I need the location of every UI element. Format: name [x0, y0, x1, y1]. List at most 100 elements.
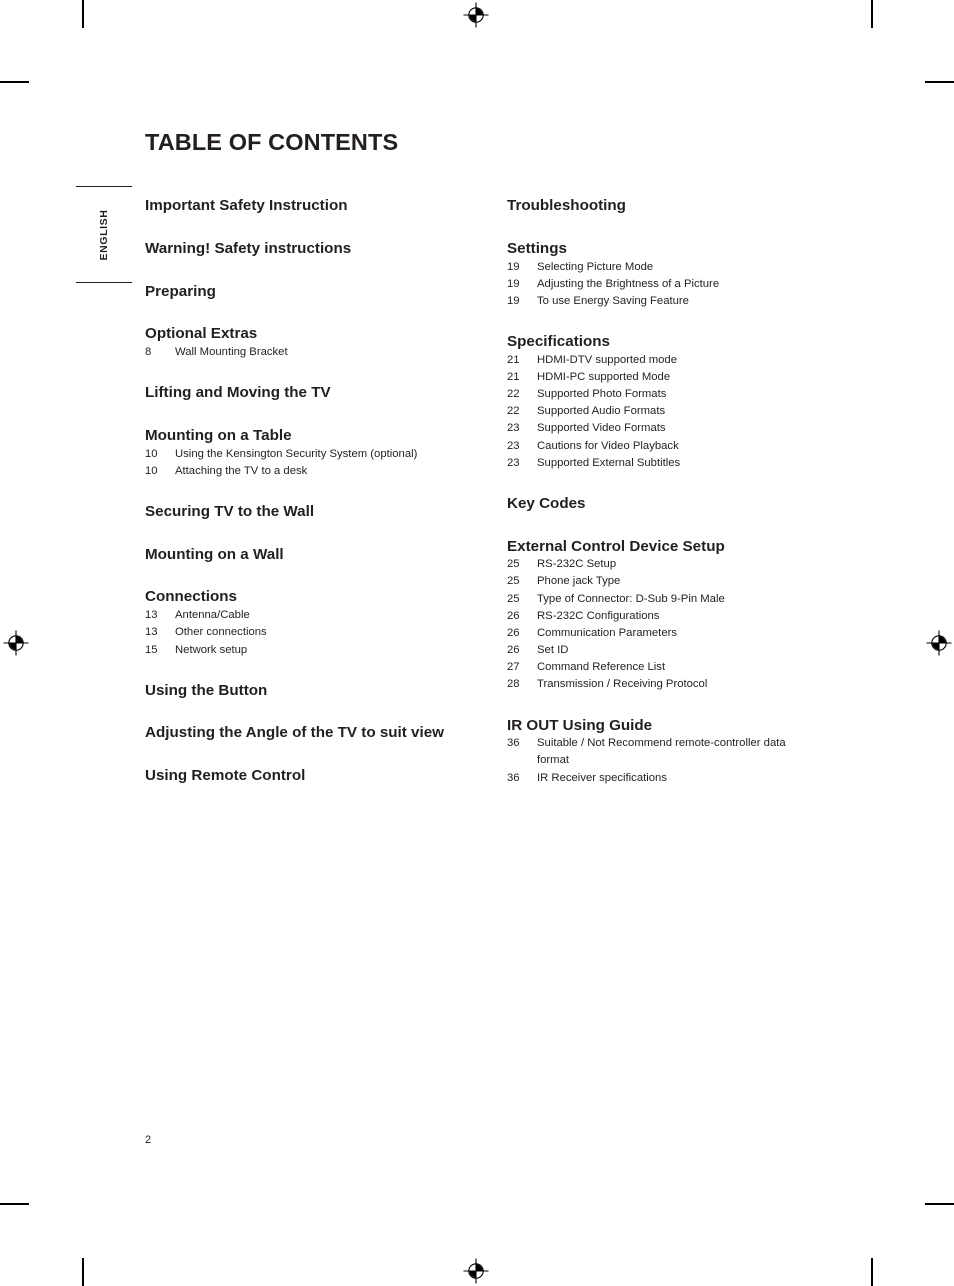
toc-entry[interactable]: 28 Transmission / Receiving Protocol — [507, 676, 817, 693]
toc-section: Warning! Safety instructions — [145, 239, 445, 259]
language-tab-rule-top — [76, 186, 132, 188]
toc-entry-label: Supported Photo Formats — [537, 388, 667, 401]
toc-entry-page-number: 10 — [145, 464, 158, 477]
toc-entry[interactable]: 23 Cautions for Video Playback — [507, 438, 817, 455]
toc-entry-label: Supported Audio Formats — [537, 405, 666, 418]
toc-entry-label: Communication Parameters — [537, 626, 678, 639]
toc-entry-page-number: 19 — [507, 294, 520, 307]
toc-entry[interactable]: 13 Other connections — [145, 624, 445, 641]
toc-entry[interactable]: 13 Antenna/Cable — [145, 607, 445, 624]
toc-entry-label: IR Receiver specifications — [537, 771, 667, 784]
toc-section: Connections 13 Antenna/Cable 13 Other connec… — [145, 587, 445, 658]
toc-entry-page-number: 8 — [145, 346, 152, 358]
toc-entry[interactable]: 10 Attaching the TV to a desk — [145, 463, 445, 480]
toc-section-heading[interactable]: Using the Button — [145, 681, 445, 701]
toc-entry[interactable]: 26 RS-232C Configurations — [507, 608, 817, 625]
toc-entry-label: Suitable / Not Recommend remote-controll… — [537, 737, 786, 767]
toc-entry-label: Phone jack Type — [537, 575, 621, 588]
toc-entry[interactable]: 8 Wall Mounting Bracket — [145, 344, 445, 361]
toc-section-heading[interactable]: Key Codes — [507, 494, 817, 514]
toc-entry-label: Using the Kensington Security System (op… — [175, 447, 418, 460]
toc-entry[interactable]: 21 HDMI-DTV supported mode — [507, 352, 817, 369]
toc-section: Using the Button — [145, 681, 445, 701]
toc-section-heading[interactable]: Lifting and Moving the TV — [145, 383, 445, 403]
toc-entry[interactable]: 36 IR Receiver specifications — [507, 770, 817, 787]
toc-section-heading[interactable]: Important Safety Instruction — [145, 196, 445, 216]
toc-entry-page-number: 27 — [507, 661, 520, 674]
toc-section-heading[interactable]: Optional Extras — [145, 324, 445, 344]
toc-entry-label: Type of Connector: D-Sub 9-Pin Male — [537, 592, 725, 605]
toc-section-heading[interactable]: IR OUT Using Guide — [507, 716, 817, 736]
toc-section-heading[interactable]: Mounting on a Table — [145, 426, 445, 446]
toc-section: IR OUT Using Guide 36 Suitable / Not Recom… — [507, 716, 817, 787]
toc-entry-label: Antenna/Cable — [175, 609, 250, 622]
toc-entry-label: Command Reference List — [537, 661, 666, 674]
toc-section-heading[interactable]: Specifications — [507, 332, 817, 352]
toc-entry[interactable]: 22 Supported Photo Formats — [507, 386, 817, 403]
toc-entry-page-number: 26 — [507, 626, 520, 639]
toc-section-heading[interactable]: Securing TV to the Wall — [145, 502, 445, 522]
toc-entry-page-number: 21 — [507, 353, 520, 366]
page-title: TABLE OF CONTENTS — [145, 129, 399, 155]
toc-section: Mounting on a Wall — [145, 545, 445, 565]
toc-section-heading[interactable]: Settings — [507, 239, 817, 259]
toc-entry[interactable]: 36 Suitable / Not Recommend remote-contro… — [507, 735, 817, 769]
toc-entry-label: Wall Mounting Bracket — [175, 346, 288, 358]
toc-entry-page-number: 26 — [507, 644, 520, 657]
toc-entry-page-number: 36 — [507, 771, 520, 784]
toc-entry[interactable]: 26 Communication Parameters — [507, 625, 817, 642]
toc-section: Key Codes — [507, 494, 817, 514]
toc-entry[interactable]: 25 Type of Connector: D-Sub 9-Pin Male — [507, 591, 817, 608]
toc-entry[interactable]: 26 Set ID — [507, 642, 817, 659]
toc-entry[interactable]: 10 Using the Kensington Security System (… — [145, 446, 445, 463]
toc-entry-page-number: 22 — [507, 405, 520, 418]
toc-entry[interactable]: 19 Adjusting the Brightness of a Picture — [507, 276, 817, 293]
toc-entry-page-number: 10 — [145, 447, 158, 460]
toc-section-heading[interactable]: Troubleshooting — [507, 196, 817, 216]
toc-entry-label: To use Energy Saving Feature — [537, 294, 689, 307]
toc-entry-page-number: 22 — [507, 388, 520, 401]
toc-entry-label: HDMI-PC supported Mode — [537, 370, 671, 383]
toc-entry-page-number: 15 — [145, 643, 158, 656]
toc-entry-label: HDMI-DTV supported mode — [537, 353, 678, 366]
toc-entry-page-number: 36 — [507, 737, 520, 750]
toc-section: Settings 19 Selecting Picture Mode 19 Adjust… — [507, 239, 817, 310]
toc-section-heading[interactable]: Adjusting the Angle of the TV to suit vi… — [145, 723, 445, 743]
toc-section-heading[interactable]: Mounting on a Wall — [145, 545, 445, 565]
toc-entry[interactable]: 19 To use Energy Saving Feature — [507, 293, 817, 310]
toc-entry-page-number: 13 — [145, 626, 158, 639]
toc-entry-page-number: 25 — [507, 592, 520, 605]
toc-entry[interactable]: 25 Phone jack Type — [507, 573, 817, 590]
toc-entry[interactable]: 23 Supported Video Formats — [507, 420, 817, 437]
toc-entry-label: Supported Video Formats — [537, 422, 666, 435]
toc-entry-label: Transmission / Receiving Protocol — [537, 678, 708, 691]
toc-entry-page-number: 21 — [507, 370, 520, 383]
toc-entry[interactable]: 21 HDMI-PC supported Mode — [507, 369, 817, 386]
toc-entry[interactable]: 19 Selecting Picture Mode — [507, 259, 817, 276]
toc-entry[interactable]: 25 RS-232C Setup — [507, 556, 817, 573]
toc-section-heading[interactable]: External Control Device Setup — [507, 537, 817, 557]
toc-section: Preparing — [145, 282, 445, 302]
toc-entry-label: Set ID — [537, 644, 569, 657]
toc-entry-page-number: 25 — [507, 558, 520, 571]
toc-section-heading[interactable]: Using Remote Control — [145, 766, 445, 786]
toc-entry[interactable]: 23 Supported External Subtitles — [507, 455, 817, 472]
toc-section: Mounting on a Table 10 Using the Kensingto… — [145, 426, 445, 480]
toc-section-heading[interactable]: Preparing — [145, 282, 445, 302]
toc-section: Adjusting the Angle of the TV to suit vi… — [145, 723, 445, 743]
toc-section: Important Safety Instruction — [145, 196, 445, 216]
language-tab-rule-bottom — [76, 282, 132, 284]
toc-entry-page-number: 23 — [507, 439, 520, 452]
toc-entry[interactable]: 22 Supported Audio Formats — [507, 403, 817, 420]
toc-entry-page-number: 25 — [507, 575, 520, 588]
toc-entry[interactable]: 27 Command Reference List — [507, 659, 817, 676]
toc-section: Specifications 21 HDMI-DTV supported mode 2… — [507, 332, 817, 472]
toc-entry[interactable]: 15 Network setup — [145, 642, 445, 659]
toc-section-heading[interactable]: Warning! Safety instructions — [145, 239, 445, 259]
toc-section-heading[interactable]: Connections — [145, 587, 445, 607]
toc-entry-page-number: 19 — [507, 260, 520, 273]
toc-section: Troubleshooting — [507, 196, 817, 216]
toc-section: Lifting and Moving the TV — [145, 383, 445, 403]
toc-entry-label: RS-232C Configurations — [537, 609, 660, 622]
language-tab-label: ENGLISH — [98, 209, 110, 261]
